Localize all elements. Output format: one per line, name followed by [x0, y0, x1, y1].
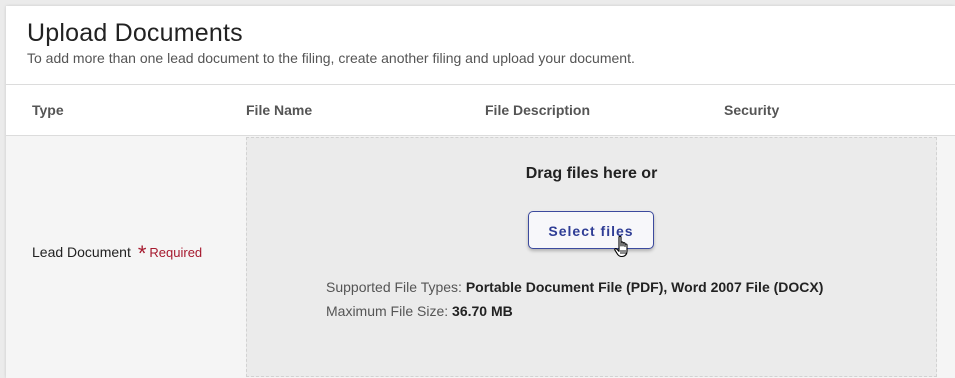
page-subtitle: To add more than one lead document to th…	[27, 50, 635, 66]
upload-documents-card: Upload Documents To add more than one le…	[6, 6, 955, 378]
supported-types-label: Supported File Types:	[326, 279, 462, 295]
page-title: Upload Documents	[27, 19, 243, 47]
required-label: Required	[149, 244, 203, 260]
supported-file-types: Supported File Types: Portable Document …	[326, 279, 823, 295]
table-row: Lead Document * Required Drag files here…	[6, 136, 955, 378]
required-asterisk: *	[137, 241, 147, 266]
column-header-file-name: File Name	[246, 102, 313, 118]
column-header-file-description: File Description	[485, 102, 591, 118]
select-files-button[interactable]: Select files	[528, 211, 654, 249]
hand-pointer-icon	[614, 235, 628, 258]
column-header-security: Security	[724, 102, 780, 118]
column-header-type: Type	[32, 102, 64, 118]
document-type-cell: Lead Document * Required	[32, 241, 203, 266]
maximum-file-size: Maximum File Size: 36.70 MB	[326, 303, 513, 319]
upload-header: Upload Documents To add more than one le…	[6, 6, 955, 85]
document-type-label: Lead Document	[32, 244, 131, 260]
max-size-value: 36.70 MB	[452, 303, 513, 319]
file-dropzone[interactable]: Drag files here or Select files Supporte…	[246, 137, 937, 377]
max-size-label: Maximum File Size:	[326, 303, 449, 319]
drag-files-text: Drag files here or	[525, 165, 658, 182]
supported-types-value: Portable Document File (PDF), Word 2007 …	[465, 279, 824, 295]
table-header: Type File Name File Description Security	[6, 84, 955, 136]
